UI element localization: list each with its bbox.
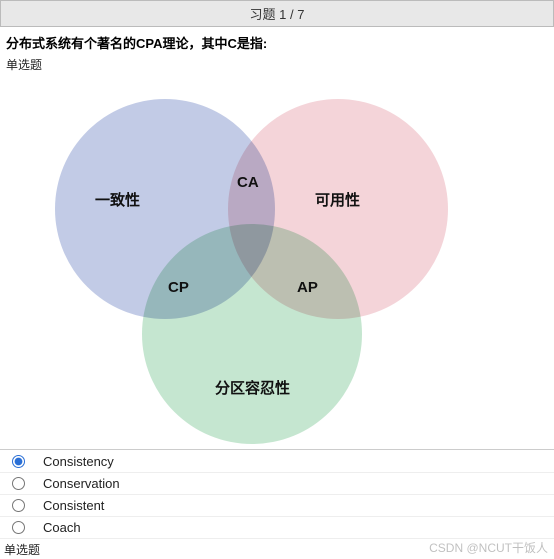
venn-diagram: 一致性 可用性 分区容忍性 CA CP AP: [0, 79, 554, 449]
option-row[interactable]: Conservation: [0, 472, 554, 494]
option-radio[interactable]: [12, 455, 25, 468]
venn-overlap-ca: CA: [237, 174, 259, 191]
venn-label-partition: 分区容忍性: [215, 377, 290, 398]
footer-question-type: 单选题: [0, 538, 554, 558]
venn-label-availability: 可用性: [315, 189, 360, 210]
option-row[interactable]: Consistent: [0, 494, 554, 516]
venn-circle-partition: [142, 224, 362, 444]
option-row[interactable]: Coach: [0, 516, 554, 538]
option-radio[interactable]: [12, 521, 25, 534]
option-label: Coach: [43, 520, 81, 535]
title-bar: 习题 1 / 7: [0, 0, 554, 27]
venn-overlap-ap: AP: [297, 279, 318, 296]
option-label: Consistency: [43, 454, 114, 469]
venn-label-consistency: 一致性: [95, 189, 140, 210]
option-label: Conservation: [43, 476, 120, 491]
question-type-label: 单选题: [0, 56, 554, 79]
option-radio[interactable]: [12, 477, 25, 490]
option-radio[interactable]: [12, 499, 25, 512]
option-row[interactable]: Consistency: [0, 450, 554, 472]
page-title: 习题 1 / 7: [250, 7, 305, 22]
question-text: 分布式系统有个著名的CPA理论，其中C是指:: [0, 27, 554, 56]
venn-overlap-cp: CP: [168, 279, 189, 296]
option-label: Consistent: [43, 498, 104, 513]
options-list: Consistency Conservation Consistent Coac…: [0, 449, 554, 538]
